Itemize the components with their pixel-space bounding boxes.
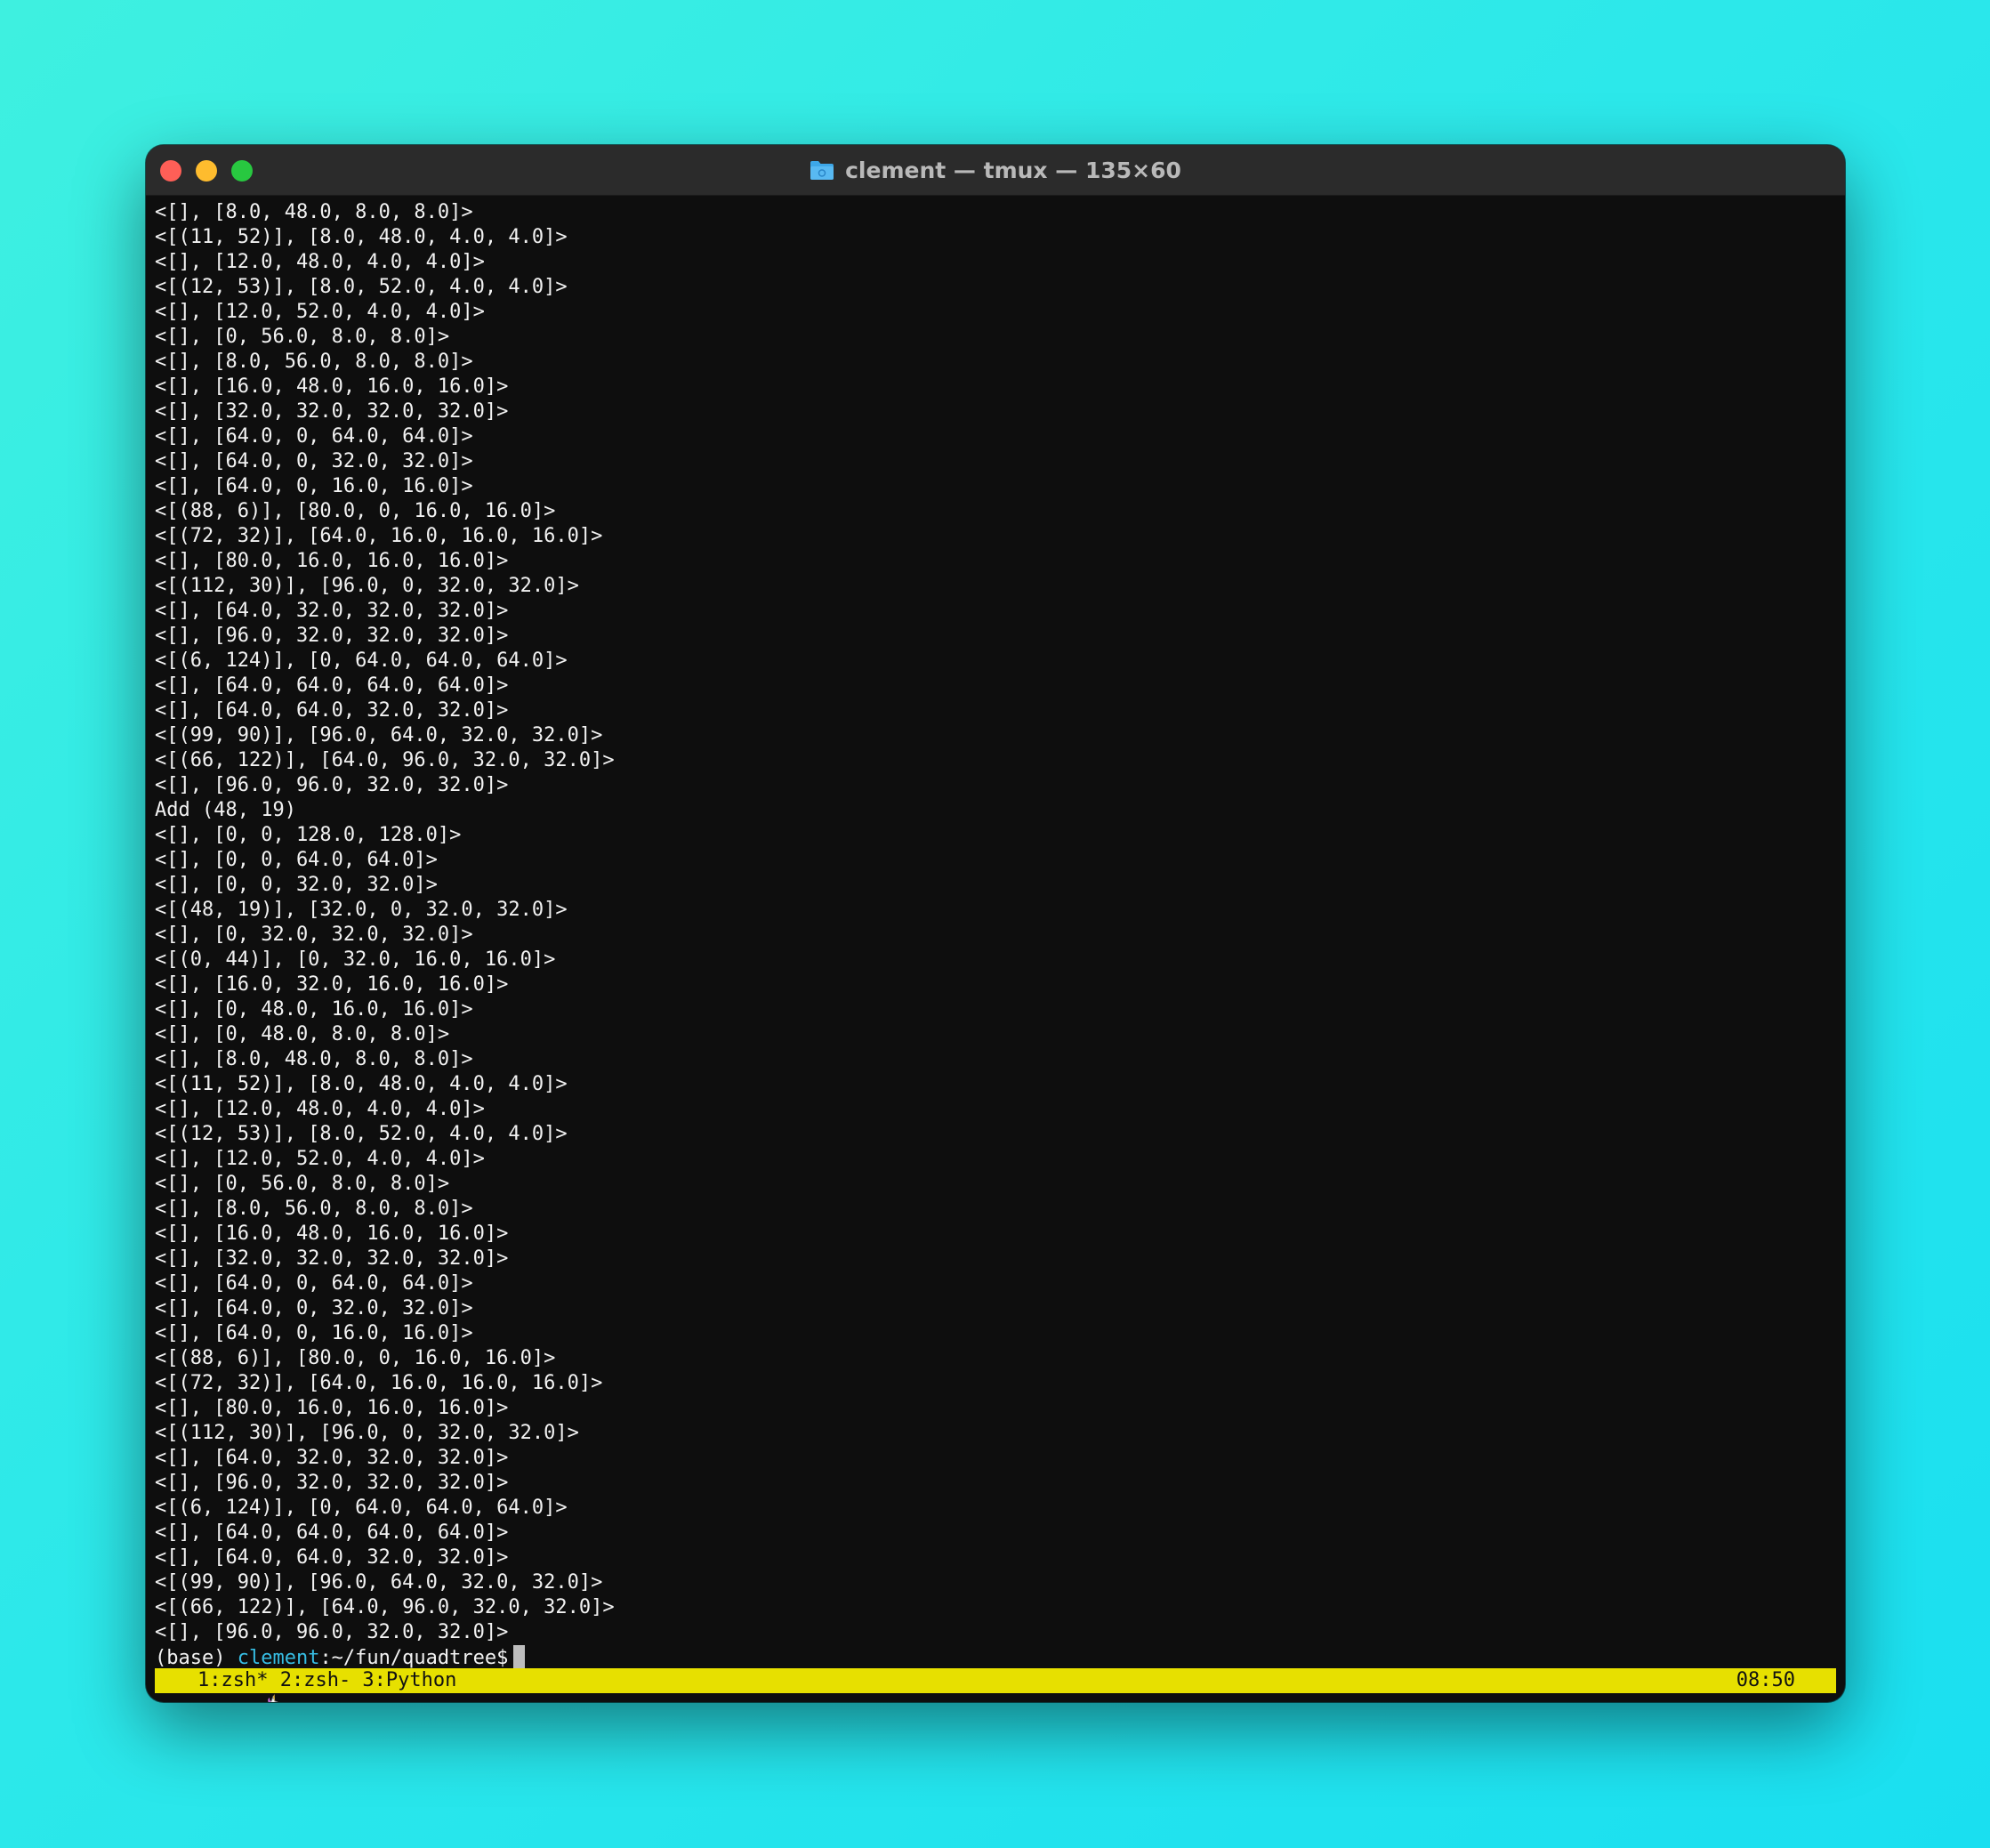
terminal-line: <[(112, 30)], [96.0, 0, 32.0, 32.0]> (155, 575, 579, 597)
text-cursor (513, 1645, 526, 1668)
terminal-line: <[(12, 53)], [8.0, 52.0, 4.0, 4.0]> (155, 1123, 568, 1145)
terminal-line: <[], [8.0, 56.0, 8.0, 8.0]> (155, 351, 473, 373)
terminal-line: <[(88, 6)], [80.0, 0, 16.0, 16.0]> (155, 500, 556, 522)
terminal-line: <[], [64.0, 0, 64.0, 64.0]> (155, 425, 473, 448)
terminal-line: <[], [12.0, 48.0, 4.0, 4.0]> (155, 251, 485, 273)
prompt-user: clement (237, 1647, 320, 1669)
terminal-output[interactable]: <[], [8.0, 48.0, 8.0, 8.0]> <[(11, 52)], … (155, 195, 1836, 1702)
title-bar[interactable]: clement — tmux — 135×60 (146, 145, 1845, 196)
terminal-line: <[], [96.0, 96.0, 32.0, 32.0]> (155, 774, 509, 796)
shell-prompt[interactable]: (base) clement:~/fun/quadtree$ (155, 1645, 1836, 1670)
terminal-line: <[], [0, 0, 32.0, 32.0]> (155, 874, 438, 896)
terminal-line: <[], [8.0, 48.0, 8.0, 8.0]> (155, 1048, 473, 1070)
terminal-line: <[], [16.0, 48.0, 16.0, 16.0]> (155, 375, 509, 398)
tmux-window-list[interactable]: 1:zsh* 2:zsh- 3:Python (197, 1668, 456, 1693)
terminal-line: <[], [0, 48.0, 8.0, 8.0]> (155, 1023, 450, 1045)
terminal-line: <[], [64.0, 64.0, 64.0, 64.0]> (155, 674, 509, 697)
terminal-line: <[], [16.0, 48.0, 16.0, 16.0]> (155, 1223, 509, 1245)
terminal-line: <[(11, 52)], [8.0, 48.0, 4.0, 4.0]> (155, 226, 568, 248)
terminal-line: <[], [80.0, 16.0, 16.0, 16.0]> (155, 550, 509, 572)
prompt-env: (base) (155, 1647, 238, 1669)
terminal-line: <[], [64.0, 0, 32.0, 32.0]> (155, 1297, 473, 1319)
terminal-line: <[], [12.0, 52.0, 4.0, 4.0]> (155, 1148, 485, 1170)
status-clock: 08:50 (1736, 1669, 1795, 1691)
terminal-line: <[], [80.0, 16.0, 16.0, 16.0]> (155, 1397, 509, 1419)
terminal-line: <[], [0, 48.0, 16.0, 16.0]> (155, 998, 473, 1021)
terminal-line: <[], [8.0, 56.0, 8.0, 8.0]> (155, 1198, 473, 1220)
terminal-line: <[], [64.0, 32.0, 32.0, 32.0]> (155, 600, 509, 622)
terminal-line: <[(99, 90)], [96.0, 64.0, 32.0, 32.0]> (155, 1571, 603, 1594)
terminal-line: <[(99, 90)], [96.0, 64.0, 32.0, 32.0]> (155, 724, 603, 746)
terminal-line: <[(66, 122)], [64.0, 96.0, 32.0, 32.0]> (155, 749, 615, 771)
terminal-line: <[], [64.0, 0, 32.0, 32.0]> (155, 450, 473, 472)
terminal-line: <[], [0, 0, 128.0, 128.0]> (155, 824, 462, 846)
terminal-line: <[(72, 32)], [64.0, 16.0, 16.0, 16.0]> (155, 525, 603, 547)
terminal-line: <[], [32.0, 32.0, 32.0, 32.0]> (155, 400, 509, 423)
terminal-line: <[(6, 124)], [0, 64.0, 64.0, 64.0]> (155, 1497, 568, 1519)
terminal-line: <[], [64.0, 64.0, 32.0, 32.0]> (155, 1546, 509, 1569)
terminal-line: <[], [96.0, 96.0, 32.0, 32.0]> (155, 1621, 509, 1643)
terminal-line: <[(88, 6)], [80.0, 0, 16.0, 16.0]> (155, 1347, 556, 1369)
terminal-line: <[(12, 53)], [8.0, 52.0, 4.0, 4.0]> (155, 276, 568, 298)
terminal-line: <[], [32.0, 32.0, 32.0, 32.0]> (155, 1247, 509, 1270)
terminal-line: <[], [0, 0, 64.0, 64.0]> (155, 849, 438, 871)
terminal-line: <[], [64.0, 32.0, 32.0, 32.0]> (155, 1447, 509, 1469)
terminal-line: <[], [96.0, 32.0, 32.0, 32.0]> (155, 1472, 509, 1494)
terminal-line: <[], [64.0, 64.0, 64.0, 64.0]> (155, 1521, 509, 1544)
terminal-window: clement — tmux — 135×60 <[], [8.0, 48.0,… (146, 145, 1845, 1702)
terminal-line: <[], [0, 56.0, 8.0, 8.0]> (155, 1173, 450, 1195)
unicorn-icon (167, 1669, 278, 1702)
tmux-status-bar: 1:zsh* 2:zsh- 3:Python 08:50 (155, 1668, 1836, 1702)
terminal-line: <[], [64.0, 0, 16.0, 16.0]> (155, 475, 473, 497)
terminal-line: Add (48, 19) (155, 799, 296, 821)
rainbow-icon (1806, 1669, 1833, 1692)
terminal-line: <[], [16.0, 32.0, 16.0, 16.0]> (155, 973, 509, 996)
prompt-path: :~/fun/quadtree$ (319, 1647, 509, 1669)
terminal-line: <[], [12.0, 52.0, 4.0, 4.0]> (155, 301, 485, 323)
terminal-line: <[(0, 44)], [0, 32.0, 16.0, 16.0]> (155, 948, 556, 971)
terminal-line: <[], [64.0, 0, 16.0, 16.0]> (155, 1322, 473, 1344)
window-title-wrap: clement — tmux — 135×60 (146, 145, 1845, 195)
terminal-line: <[], [12.0, 48.0, 4.0, 4.0]> (155, 1098, 485, 1120)
terminal-line: <[(48, 19)], [32.0, 0, 32.0, 32.0]> (155, 899, 568, 921)
terminal-line: <[], [0, 32.0, 32.0, 32.0]> (155, 924, 473, 946)
terminal-line: <[(112, 30)], [96.0, 0, 32.0, 32.0]> (155, 1422, 579, 1444)
terminal-line: <[(72, 32)], [64.0, 16.0, 16.0, 16.0]> (155, 1372, 603, 1394)
terminal-line: <[(6, 124)], [0, 64.0, 64.0, 64.0]> (155, 650, 568, 672)
terminal-line: <[(11, 52)], [8.0, 48.0, 4.0, 4.0]> (155, 1073, 568, 1095)
terminal-line: <[], [96.0, 32.0, 32.0, 32.0]> (155, 625, 509, 647)
terminal-line: <[], [64.0, 64.0, 32.0, 32.0]> (155, 699, 509, 722)
terminal-line: <[], [0, 56.0, 8.0, 8.0]> (155, 326, 450, 348)
terminal-line: <[], [8.0, 48.0, 8.0, 8.0]> (155, 201, 473, 223)
window-title: clement — tmux — 135×60 (845, 157, 1181, 183)
folder-icon (810, 159, 834, 181)
terminal-line: <[(66, 122)], [64.0, 96.0, 32.0, 32.0]> (155, 1596, 615, 1618)
terminal-line: <[], [64.0, 0, 64.0, 64.0]> (155, 1272, 473, 1295)
